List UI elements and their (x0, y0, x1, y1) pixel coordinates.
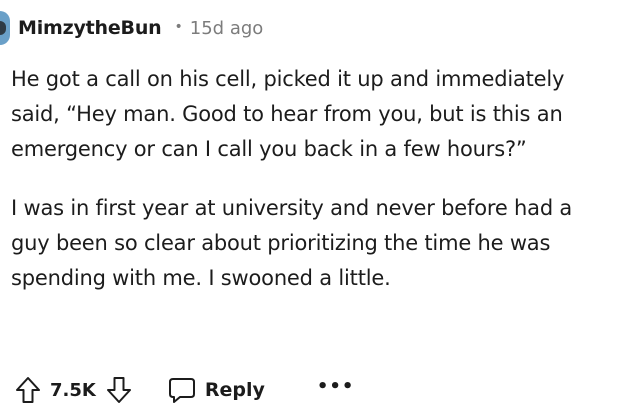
meta-separator: • (174, 19, 183, 35)
speech-bubble-icon (168, 376, 196, 404)
comment-body: He got a call on his cell, picked it up … (11, 62, 611, 320)
comment-paragraph: I was in first year at university and ne… (11, 196, 573, 290)
downvote-button[interactable] (106, 376, 132, 404)
timestamp[interactable]: 15d ago (190, 18, 264, 39)
reply-button[interactable]: Reply (168, 376, 265, 404)
comment-action-bar: 7.5K Reply ••• (15, 368, 354, 412)
comment-header: MimzytheBun • 15d ago (0, 11, 264, 45)
comment-paragraph: He got a call on his cell, picked it up … (11, 67, 565, 161)
username-link[interactable]: MimzytheBun (18, 17, 162, 39)
vote-count: 7.5K (50, 379, 96, 401)
arrow-up-outline-icon (16, 377, 40, 403)
more-options-button[interactable]: ••• (317, 376, 355, 397)
reply-label: Reply (204, 379, 265, 401)
upvote-button[interactable] (15, 376, 41, 404)
avatar[interactable] (0, 11, 10, 45)
arrow-down-outline-icon (106, 377, 131, 403)
